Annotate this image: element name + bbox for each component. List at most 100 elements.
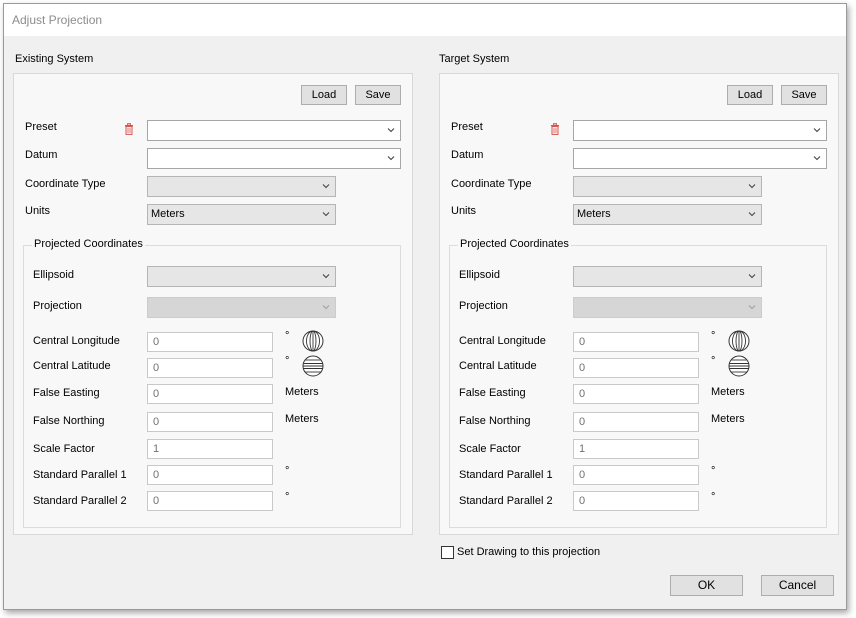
target-projection-label: Projection — [459, 300, 508, 312]
target-false-northing-unit: Meters — [711, 413, 745, 425]
chevron-down-icon — [322, 274, 330, 279]
existing-false-northing-unit: Meters — [285, 413, 319, 425]
target-false-easting-input[interactable]: 0 — [573, 384, 699, 404]
latitude-globe-icon[interactable] — [728, 355, 750, 377]
existing-system-panel: Load Save Preset Datum Coordinate Type U… — [13, 73, 413, 535]
existing-units-label: Units — [25, 205, 51, 217]
existing-central-longitude-input[interactable]: 0 — [147, 332, 273, 352]
existing-scale-factor-label: Scale Factor — [33, 443, 95, 455]
target-units-label: Units — [451, 205, 477, 217]
existing-projected-coordinates-group: Projected Coordinates Ellipsoid Projecti… — [23, 238, 401, 528]
target-ellipsoid-label: Ellipsoid — [459, 269, 500, 281]
target-load-button[interactable]: Load — [727, 85, 773, 105]
existing-std-parallel-1-label: Standard Parallel 1 — [33, 469, 127, 481]
target-false-northing-label: False Northing — [459, 415, 531, 427]
title-bar: Adjust Projection — [4, 4, 846, 36]
existing-coord-type-select[interactable] — [147, 176, 336, 197]
existing-group-title: Projected Coordinates — [32, 238, 145, 250]
chevron-down-icon — [322, 184, 330, 189]
target-datum-select[interactable] — [573, 148, 827, 169]
existing-system-label: Existing System — [15, 53, 94, 65]
existing-central-latitude-label: Central Latitude — [33, 360, 111, 372]
existing-false-easting-input[interactable]: 0 — [147, 384, 273, 404]
target-projection-select[interactable] — [573, 297, 762, 318]
target-central-longitude-input[interactable]: 0 — [573, 332, 699, 352]
existing-projection-select[interactable] — [147, 297, 336, 318]
existing-false-easting-unit: Meters — [285, 386, 319, 398]
chevron-down-icon — [322, 305, 330, 310]
target-system-panel: Load Save Preset Datum Coordinate Type U… — [439, 73, 839, 535]
chevron-down-icon — [322, 212, 330, 217]
existing-std-parallel-1-degree: ° — [285, 465, 290, 477]
existing-false-northing-label: False Northing — [33, 415, 105, 427]
target-save-button[interactable]: Save — [781, 85, 827, 105]
adjust-projection-dialog: Adjust Projection Existing System Load S… — [3, 3, 847, 610]
existing-false-easting-label: False Easting — [33, 387, 100, 399]
existing-save-button[interactable]: Save — [355, 85, 401, 105]
target-units-select[interactable]: Meters — [573, 204, 762, 225]
target-std-parallel-1-label: Standard Parallel 1 — [459, 469, 553, 481]
existing-datum-label: Datum — [25, 149, 58, 161]
existing-central-longitude-degree: ° — [285, 330, 290, 342]
target-ellipsoid-select[interactable] — [573, 266, 762, 287]
target-false-easting-unit: Meters — [711, 386, 745, 398]
existing-projection-label: Projection — [33, 300, 82, 312]
target-central-latitude-input[interactable]: 0 — [573, 358, 699, 378]
existing-central-latitude-degree: ° — [285, 355, 290, 367]
target-preset-label: Preset — [451, 121, 483, 133]
target-preset-select[interactable] — [573, 120, 827, 141]
target-false-easting-label: False Easting — [459, 387, 526, 399]
ok-button[interactable]: OK — [670, 575, 743, 596]
set-drawing-checkbox[interactable] — [441, 546, 454, 559]
existing-coord-type-label: Coordinate Type — [25, 178, 106, 190]
target-projected-coordinates-group: Projected Coordinates Ellipsoid Projecti… — [449, 238, 827, 528]
longitude-globe-icon[interactable] — [302, 330, 324, 352]
existing-central-latitude-input[interactable]: 0 — [147, 358, 273, 378]
target-central-latitude-label: Central Latitude — [459, 360, 537, 372]
target-system-label: Target System — [439, 53, 510, 65]
chevron-down-icon — [387, 156, 395, 161]
target-central-longitude-label: Central Longitude — [459, 335, 546, 347]
latitude-globe-icon[interactable] — [302, 355, 324, 377]
chevron-down-icon — [748, 184, 756, 189]
target-std-parallel-2-input[interactable]: 0 — [573, 491, 699, 511]
target-false-northing-input[interactable]: 0 — [573, 412, 699, 432]
chevron-down-icon — [748, 212, 756, 217]
existing-preset-select[interactable] — [147, 120, 401, 141]
target-datum-label: Datum — [451, 149, 484, 161]
target-std-parallel-1-degree: ° — [711, 465, 716, 477]
existing-std-parallel-2-input[interactable]: 0 — [147, 491, 273, 511]
target-coord-type-label: Coordinate Type — [451, 178, 532, 190]
longitude-globe-icon[interactable] — [728, 330, 750, 352]
cancel-button[interactable]: Cancel — [761, 575, 834, 596]
target-central-latitude-degree: ° — [711, 355, 716, 367]
target-group-title: Projected Coordinates — [458, 238, 571, 250]
existing-scale-factor-input[interactable]: 1 — [147, 439, 273, 459]
existing-central-longitude-label: Central Longitude — [33, 335, 120, 347]
existing-false-northing-input[interactable]: 0 — [147, 412, 273, 432]
target-central-longitude-degree: ° — [711, 330, 716, 342]
chevron-down-icon — [813, 156, 821, 161]
window-title: Adjust Projection — [12, 13, 103, 27]
existing-std-parallel-2-degree: ° — [285, 491, 290, 503]
target-scale-factor-label: Scale Factor — [459, 443, 521, 455]
target-std-parallel-2-label: Standard Parallel 2 — [459, 495, 553, 507]
target-coord-type-select[interactable] — [573, 176, 762, 197]
target-std-parallel-2-degree: ° — [711, 491, 716, 503]
existing-datum-select[interactable] — [147, 148, 401, 169]
existing-units-select[interactable]: Meters — [147, 204, 336, 225]
target-scale-factor-input[interactable]: 1 — [573, 439, 699, 459]
chevron-down-icon — [748, 274, 756, 279]
existing-ellipsoid-label: Ellipsoid — [33, 269, 74, 281]
existing-ellipsoid-select[interactable] — [147, 266, 336, 287]
existing-std-parallel-1-input[interactable]: 0 — [147, 465, 273, 485]
existing-load-button[interactable]: Load — [301, 85, 347, 105]
existing-preset-label: Preset — [25, 121, 57, 133]
chevron-down-icon — [748, 305, 756, 310]
chevron-down-icon — [813, 128, 821, 133]
target-std-parallel-1-input[interactable]: 0 — [573, 465, 699, 485]
trash-icon[interactable] — [550, 123, 560, 135]
trash-icon[interactable] — [124, 123, 134, 135]
existing-std-parallel-2-label: Standard Parallel 2 — [33, 495, 127, 507]
set-drawing-label[interactable]: Set Drawing to this projection — [457, 546, 600, 558]
